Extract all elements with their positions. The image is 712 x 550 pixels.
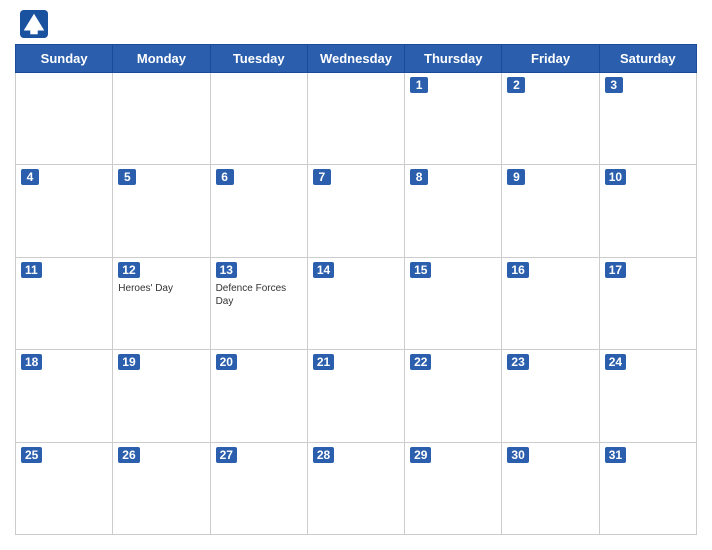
day-header-tuesday: Tuesday — [210, 45, 307, 73]
calendar-cell: 20 — [210, 350, 307, 442]
date-number: 30 — [507, 447, 528, 463]
date-number: 4 — [21, 169, 39, 185]
date-number: 19 — [118, 354, 139, 370]
date-number: 11 — [21, 262, 42, 278]
days-header-row: SundayMondayTuesdayWednesdayThursdayFrid… — [16, 45, 697, 73]
calendar-cell: 24 — [599, 350, 696, 442]
holiday-name: Defence Forces Day — [216, 282, 302, 308]
general-blue-logo-icon — [20, 10, 48, 38]
calendar-cell: 8 — [405, 165, 502, 257]
calendar-cell — [113, 73, 210, 165]
calendar-cell: 2 — [502, 73, 599, 165]
calendar-cell: 23 — [502, 350, 599, 442]
holiday-name: Heroes' Day — [118, 282, 204, 295]
calendar-cell: 16 — [502, 257, 599, 349]
calendar-cell: 30 — [502, 442, 599, 534]
week-row-4: 18 19 20 21 22 23 24 — [16, 350, 697, 442]
calendar-cell: 27 — [210, 442, 307, 534]
calendar-cell: 12 Heroes' Day — [113, 257, 210, 349]
date-number: 21 — [313, 354, 334, 370]
date-number: 10 — [605, 169, 626, 185]
date-number: 25 — [21, 447, 42, 463]
calendar-cell: 31 — [599, 442, 696, 534]
week-row-1: 1 2 3 — [16, 73, 697, 165]
day-header-thursday: Thursday — [405, 45, 502, 73]
date-number: 6 — [216, 169, 234, 185]
calendar-cell: 15 — [405, 257, 502, 349]
date-number: 20 — [216, 354, 237, 370]
date-number: 16 — [507, 262, 528, 278]
calendar-cell: 17 — [599, 257, 696, 349]
date-number: 8 — [410, 169, 428, 185]
calendar-cell: 7 — [307, 165, 404, 257]
date-number: 26 — [118, 447, 139, 463]
date-number: 24 — [605, 354, 626, 370]
calendar-cell — [16, 73, 113, 165]
calendar-cell: 25 — [16, 442, 113, 534]
calendar-cell: 5 — [113, 165, 210, 257]
date-number: 7 — [313, 169, 331, 185]
date-number: 1 — [410, 77, 428, 93]
date-number: 5 — [118, 169, 136, 185]
calendar-cell: 26 — [113, 442, 210, 534]
calendar-cell: 13 Defence Forces Day — [210, 257, 307, 349]
calendar-cell: 28 — [307, 442, 404, 534]
date-number: 15 — [410, 262, 431, 278]
date-number: 31 — [605, 447, 626, 463]
calendar-cell: 11 — [16, 257, 113, 349]
day-header-wednesday: Wednesday — [307, 45, 404, 73]
calendar-cell: 3 — [599, 73, 696, 165]
calendar-cell: 21 — [307, 350, 404, 442]
calendar-cell: 9 — [502, 165, 599, 257]
calendar-cell: 4 — [16, 165, 113, 257]
calendar-cell: 1 — [405, 73, 502, 165]
calendar-cell: 19 — [113, 350, 210, 442]
date-number: 12 — [118, 262, 139, 278]
date-number: 3 — [605, 77, 623, 93]
date-number: 28 — [313, 447, 334, 463]
date-number: 18 — [21, 354, 42, 370]
date-number: 9 — [507, 169, 525, 185]
week-row-2: 4 5 6 7 8 9 10 — [16, 165, 697, 257]
week-row-3: 11 12 Heroes' Day 13 Defence Forces Day 14 15 1… — [16, 257, 697, 349]
calendar-cell: 18 — [16, 350, 113, 442]
calendar-table: SundayMondayTuesdayWednesdayThursdayFrid… — [15, 44, 697, 535]
calendar-cell: 22 — [405, 350, 502, 442]
date-number: 2 — [507, 77, 525, 93]
day-header-monday: Monday — [113, 45, 210, 73]
date-number: 29 — [410, 447, 431, 463]
calendar-header — [15, 10, 697, 38]
date-number: 14 — [313, 262, 334, 278]
day-header-sunday: Sunday — [16, 45, 113, 73]
date-number: 17 — [605, 262, 626, 278]
calendar-cell: 29 — [405, 442, 502, 534]
date-number: 13 — [216, 262, 237, 278]
date-number: 27 — [216, 447, 237, 463]
calendar-cell: 14 — [307, 257, 404, 349]
date-number: 23 — [507, 354, 528, 370]
week-row-5: 25 26 27 28 29 30 31 — [16, 442, 697, 534]
calendar-cell — [307, 73, 404, 165]
calendar-cell: 6 — [210, 165, 307, 257]
day-header-saturday: Saturday — [599, 45, 696, 73]
calendar-cell — [210, 73, 307, 165]
day-header-friday: Friday — [502, 45, 599, 73]
calendar-cell: 10 — [599, 165, 696, 257]
logo — [20, 10, 52, 38]
date-number: 22 — [410, 354, 431, 370]
